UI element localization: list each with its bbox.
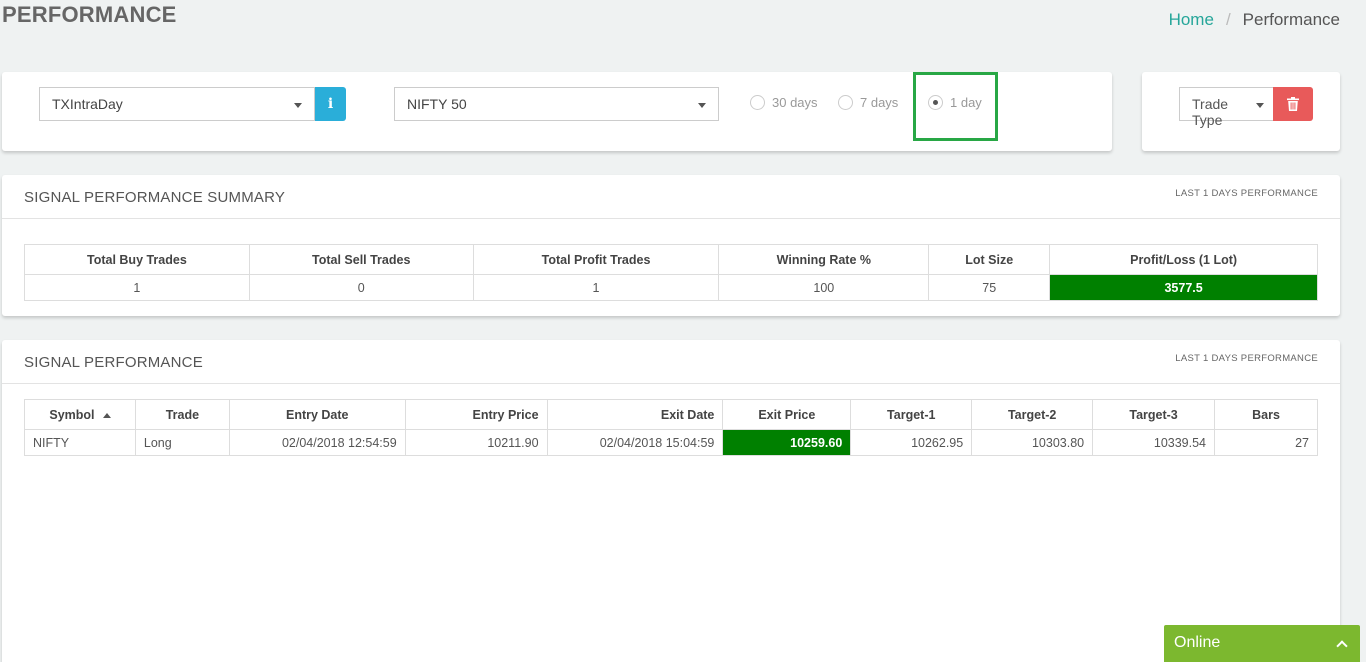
breadcrumb: Home / Performance [1169, 10, 1340, 30]
trash-icon [1287, 97, 1299, 111]
table-cell: 10303.80 [971, 429, 1094, 456]
breadcrumb-separator: / [1225, 10, 1231, 29]
table-row: NIFTY Long 02/04/2018 12:54:59 10211.90 … [24, 429, 1318, 456]
radio-checked-icon [928, 95, 943, 110]
online-label: Online [1174, 634, 1221, 651]
period-radio-label: 7 days [860, 95, 899, 110]
symbol-select-value: NIFTY 50 [407, 96, 467, 112]
chevron-up-icon [1336, 640, 1348, 652]
performance-header-row: Symbol Trade Entry Date Entry Price Exit… [24, 399, 1318, 430]
strategy-select[interactable]: TXIntraDay [39, 87, 315, 121]
summary-header: SIGNAL PERFORMANCE SUMMARY LAST 1 DAYS P… [2, 175, 1340, 219]
column-header-exit-price[interactable]: Exit Price [722, 399, 852, 430]
breadcrumb-home-link[interactable]: Home [1169, 10, 1214, 30]
table-cell: 27 [1214, 429, 1318, 456]
caret-down-icon [698, 103, 706, 108]
column-header-target-2[interactable]: Target-2 [971, 399, 1094, 430]
summary-header-cell: Lot Size [928, 244, 1051, 275]
table-cell: 10262.95 [850, 429, 973, 456]
column-header-entry-date[interactable]: Entry Date [228, 399, 406, 430]
column-header-symbol[interactable]: Symbol [24, 399, 136, 430]
radio-circle-icon [750, 95, 765, 110]
exit-price-cell: 10259.60 [722, 429, 852, 456]
column-header-target-3[interactable]: Target-3 [1092, 399, 1216, 430]
period-radio-30-days[interactable]: 30 days [750, 95, 818, 110]
summary-table: Total Buy Trades Total Sell Trades Total… [24, 244, 1318, 301]
page-title: PERFORMANCE [2, 2, 177, 27]
table-cell: NIFTY [24, 429, 136, 456]
column-header-trade[interactable]: Trade [134, 399, 230, 430]
period-radio-label: 1 day [950, 95, 982, 110]
delete-button[interactable] [1273, 87, 1313, 121]
column-header-exit-date[interactable]: Exit Date [546, 399, 724, 430]
performance-card: SIGNAL PERFORMANCE LAST 1 DAYS PERFORMAN… [2, 340, 1340, 662]
filter-card: TXIntraDay i NIFTY 50 30 days 7 days 1 d… [2, 72, 1112, 151]
summary-header-cell: Total Sell Trades [248, 244, 474, 275]
info-icon: i [327, 96, 334, 112]
table-cell: 02/04/2018 12:54:59 [228, 429, 406, 456]
period-radio-1-day[interactable]: 1 day [928, 95, 982, 110]
table-cell: 02/04/2018 15:04:59 [546, 429, 724, 456]
summary-value-cell: 75 [928, 274, 1051, 301]
summary-header-cell: Total Buy Trades [24, 244, 250, 275]
column-header-label: Symbol [49, 407, 95, 422]
breadcrumb-current: Performance [1242, 10, 1340, 29]
summary-value-cell: 1 [472, 274, 720, 301]
table-cell: 10211.90 [404, 429, 548, 456]
sort-ascending-icon [102, 412, 111, 418]
radio-circle-icon [838, 95, 853, 110]
period-radio-label: 30 days [772, 95, 818, 110]
trade-type-select-value: Trade Type [1192, 96, 1229, 128]
performance-table: Symbol Trade Entry Date Entry Price Exit… [24, 399, 1318, 456]
summary-card: SIGNAL PERFORMANCE SUMMARY LAST 1 DAYS P… [2, 175, 1340, 316]
online-chat-bar[interactable]: Online [1164, 625, 1360, 662]
trade-type-card: Trade Type [1142, 72, 1340, 151]
summary-title: SIGNAL PERFORMANCE SUMMARY [24, 189, 286, 206]
summary-header-row: Total Buy Trades Total Sell Trades Total… [24, 244, 1318, 275]
summary-value-cell: 0 [248, 274, 474, 301]
trade-type-select[interactable]: Trade Type [1179, 87, 1275, 128]
column-header-target-1[interactable]: Target-1 [850, 399, 973, 430]
performance-header: SIGNAL PERFORMANCE LAST 1 DAYS PERFORMAN… [2, 340, 1340, 384]
summary-value-cell: 1 [24, 274, 250, 301]
strategy-select-value: TXIntraDay [52, 96, 123, 112]
table-cell: 10339.54 [1092, 429, 1216, 456]
caret-down-icon [1256, 103, 1264, 108]
summary-subtitle: LAST 1 DAYS PERFORMANCE [1175, 188, 1318, 199]
period-radio-7-days[interactable]: 7 days [838, 95, 898, 110]
summary-header-cell: Winning Rate % [718, 244, 930, 275]
table-cell: Long [134, 429, 230, 456]
info-button[interactable]: i [315, 87, 346, 121]
column-header-entry-price[interactable]: Entry Price [404, 399, 548, 430]
performance-title: SIGNAL PERFORMANCE [24, 354, 203, 371]
column-header-bars[interactable]: Bars [1214, 399, 1318, 430]
summary-header-cell: Total Profit Trades [472, 244, 720, 275]
summary-value-row: 1 0 1 100 75 3577.5 [24, 274, 1318, 301]
performance-subtitle: LAST 1 DAYS PERFORMANCE [1175, 353, 1318, 364]
summary-value-cell: 100 [718, 274, 930, 301]
symbol-select[interactable]: NIFTY 50 [394, 87, 719, 121]
profit-loss-cell: 3577.5 [1049, 274, 1318, 301]
caret-down-icon [294, 103, 302, 108]
summary-header-cell: Profit/Loss (1 Lot) [1049, 244, 1318, 275]
